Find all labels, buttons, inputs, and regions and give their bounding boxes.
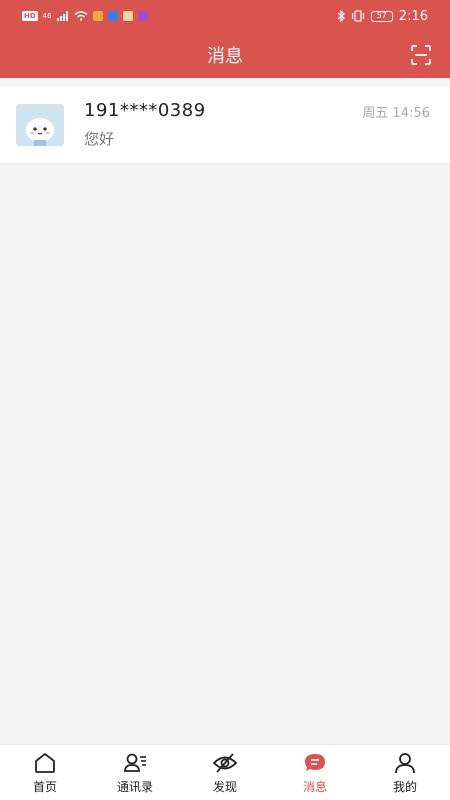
scan-icon[interactable] (410, 44, 432, 66)
tab-home-label: 首页 (32, 780, 57, 794)
conversation-item[interactable]: 191****0389 您好 周五 14:56 (0, 86, 450, 164)
avatar-face-icon (16, 104, 64, 146)
profile-icon (395, 753, 415, 774)
bluetooth-icon (337, 10, 345, 22)
conversation-time: 周五 14:56 (362, 106, 430, 121)
tab-profile-label: 我的 (392, 780, 417, 794)
conversation-name: 191****0389 (84, 100, 206, 121)
tab-discover-label: 发现 (212, 780, 237, 794)
tab-discover[interactable]: 发现 (180, 745, 270, 800)
tab-home[interactable]: 首页 (0, 745, 90, 800)
page-title: 消息 (207, 46, 243, 67)
app-notification-icon (92, 11, 103, 21)
discover-icon (212, 753, 238, 773)
tab-messages[interactable]: 消息 (270, 745, 360, 800)
status-bar: HD 46 57 2:16 (0, 0, 450, 32)
bottom-tab-bar: 首页 通讯录 发现 消息 我的 (0, 744, 450, 800)
signal-icon (56, 11, 68, 21)
hd-badge: HD (22, 11, 38, 21)
tab-contacts-label: 通讯录 (116, 780, 153, 794)
network-label: 46 (42, 12, 52, 20)
battery-indicator: 57 (370, 10, 393, 22)
vibrate-icon (351, 10, 364, 22)
status-left: HD 46 (22, 11, 148, 21)
conversation-last-message: 您好 (84, 130, 115, 148)
tab-profile[interactable]: 我的 (360, 745, 450, 800)
tab-contacts[interactable]: 通讯录 (90, 745, 180, 800)
home-icon (35, 753, 55, 773)
status-right: 57 2:16 (337, 9, 428, 24)
header: 消息 (0, 32, 450, 78)
wifi-icon (74, 11, 88, 21)
status-time: 2:16 (398, 8, 428, 24)
app-notification-icon (122, 11, 133, 21)
app-notification-icon (137, 11, 148, 21)
app-notification-icon (107, 11, 118, 21)
avatar (16, 104, 64, 146)
tab-messages-label: 消息 (302, 780, 327, 794)
contacts-icon (124, 753, 146, 772)
message-icon (305, 754, 325, 771)
